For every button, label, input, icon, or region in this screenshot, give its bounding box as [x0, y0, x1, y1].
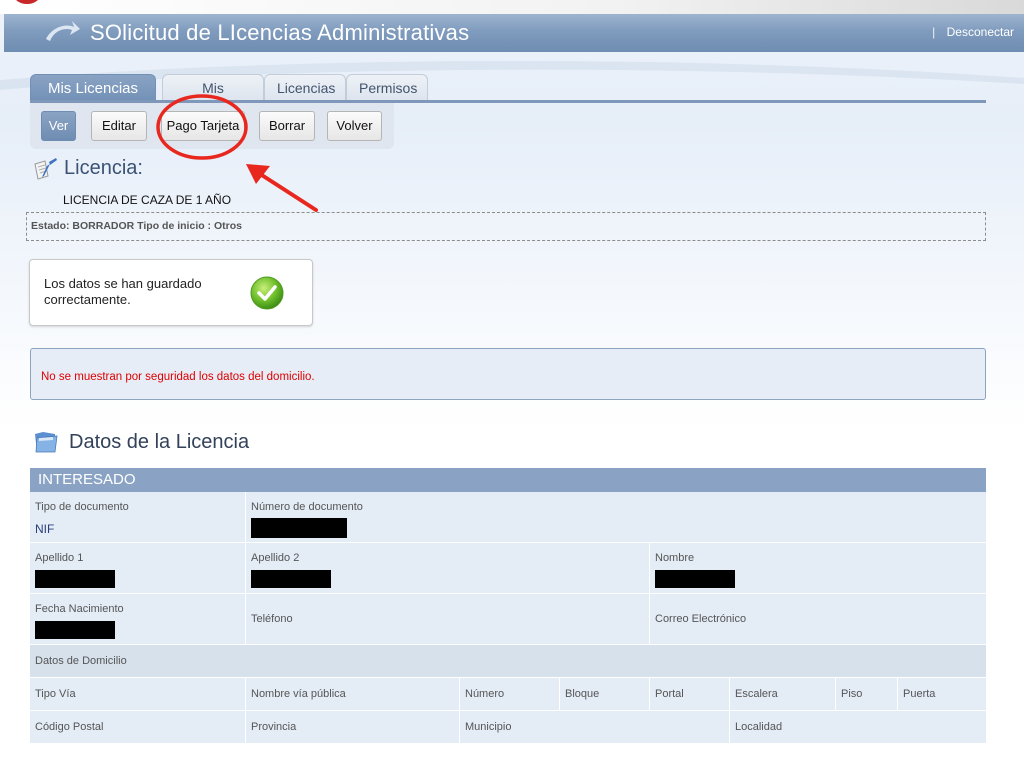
check-circle-icon — [250, 276, 284, 310]
app-title: SOlicitud de LIcencias Administrativas — [90, 20, 470, 45]
success-message: Los datos se han guardado correctamente. — [29, 259, 313, 326]
cell-portal: Portal — [650, 678, 730, 710]
table-row: Apellido 1 Apellido 2 Nombre — [30, 543, 986, 594]
security-notice: No se muestran por seguridad los datos d… — [30, 348, 986, 400]
arrow-logo-icon — [46, 21, 80, 41]
cell-numero: Número — [460, 678, 560, 710]
success-message-text: Los datos se han guardado correctamente. — [44, 276, 202, 307]
cell-provincia: Provincia — [246, 711, 460, 743]
folder-icon — [35, 432, 58, 453]
field-label: Municipio — [465, 721, 512, 733]
tab-permisos[interactable]: Permisos — [346, 74, 428, 101]
field-label: Teléfono — [251, 613, 293, 625]
security-notice-text: No se muestran por seguridad los datos d… — [41, 371, 315, 383]
redacted-value — [251, 518, 347, 538]
field-label: Apellido 2 — [251, 552, 300, 564]
tab-mis-licencias[interactable]: Mis Licencias — [30, 74, 156, 102]
field-label: Correo Electrónico — [655, 613, 747, 625]
table-row: Fecha Nacimiento Teléfono Correo Electró… — [30, 594, 986, 645]
redacted-value — [655, 570, 735, 588]
cell-domicilio: Datos de Domicilio — [30, 645, 986, 677]
field-label: Nombre — [655, 552, 695, 564]
top-strip — [0, 0, 1024, 14]
cell-fecha-nacimiento: Fecha Nacimiento — [30, 594, 246, 644]
licence-heading-text: Licencia: — [64, 157, 143, 179]
field-label: Tipo de documento — [35, 501, 129, 513]
cell-piso: Piso — [836, 678, 898, 710]
app-header: SOlicitud de LIcencias Administrativas |… — [4, 14, 1024, 52]
status-box: Estado: BORRADOR Tipo de inicio : Otros — [26, 212, 986, 241]
redacted-value — [35, 570, 115, 588]
field-label: Nombre vía pública — [251, 688, 346, 700]
licence-name: LICENCIA DE CAZA DE 1 AÑO — [63, 193, 232, 207]
licence-heading: Licencia: — [32, 157, 143, 180]
cell-escalera: Escalera — [730, 678, 836, 710]
field-label: Datos de Domicilio — [35, 655, 127, 667]
delete-button[interactable]: Borrar — [259, 111, 315, 141]
cell-apellido-1: Apellido 1 — [30, 543, 246, 593]
redacted-value — [35, 621, 115, 639]
cell-localidad: Localidad — [730, 711, 986, 743]
cell-numero-documento: Número de documento — [246, 492, 986, 542]
field-label: Piso — [841, 688, 863, 700]
view-button[interactable]: Ver — [41, 111, 76, 141]
document-pen-icon — [34, 157, 57, 180]
field-label: Puerta — [903, 688, 936, 700]
cell-correo: Correo Electrónico — [650, 594, 986, 644]
data-heading: Datos de la Licencia — [33, 430, 249, 454]
header-separator: | — [932, 25, 936, 39]
group-header-interesado: INTERESADO — [30, 468, 986, 492]
field-label: Código Postal — [35, 721, 104, 733]
field-label: Número — [465, 688, 505, 700]
table-row: Tipo Vía Nombre vía pública Número Bloqu… — [30, 678, 986, 711]
field-value: NIF — [35, 522, 55, 536]
table-row: Código Postal Provincia Municipio Locali… — [30, 711, 986, 744]
annotation-arrow-icon — [246, 164, 318, 212]
cell-bloque: Bloque — [560, 678, 650, 710]
table-row: Datos de Domicilio — [30, 645, 986, 678]
cell-tipo-documento: Tipo de documento NIF — [30, 492, 246, 542]
cell-telefono: Teléfono — [246, 594, 650, 644]
cell-nombre-via: Nombre vía pública — [246, 678, 460, 710]
tab-licencias[interactable]: Licencias — [264, 74, 346, 101]
field-label: Tipo Vía — [35, 688, 76, 700]
annotation-circle — [156, 94, 248, 160]
field-label: Apellido 1 — [35, 552, 84, 564]
cell-nombre: Nombre — [650, 543, 986, 593]
cell-puerta: Puerta — [898, 678, 986, 710]
field-label: Localidad — [735, 721, 783, 733]
edit-button[interactable]: Editar — [91, 111, 147, 141]
cell-municipio: Municipio — [460, 711, 730, 743]
field-label: Portal — [655, 688, 684, 700]
cell-apellido-2: Apellido 2 — [246, 543, 650, 593]
field-label: Bloque — [565, 688, 600, 700]
logout-link[interactable]: Desconectar — [947, 25, 1014, 39]
table-row: Tipo de documento NIF Número de document… — [30, 492, 986, 543]
cell-codigo-postal: Código Postal — [30, 711, 246, 743]
back-button[interactable]: Volver — [327, 111, 382, 141]
data-heading-text: Datos de la Licencia — [69, 431, 250, 453]
field-label: Fecha Nacimiento — [35, 603, 124, 615]
cell-tipo-via: Tipo Vía — [30, 678, 246, 710]
field-label: Provincia — [251, 721, 297, 733]
redacted-value — [251, 570, 331, 588]
field-label: Número de documento — [251, 501, 363, 513]
field-label: Escalera — [735, 688, 778, 700]
logout-area: | Desconectar — [932, 25, 1014, 39]
